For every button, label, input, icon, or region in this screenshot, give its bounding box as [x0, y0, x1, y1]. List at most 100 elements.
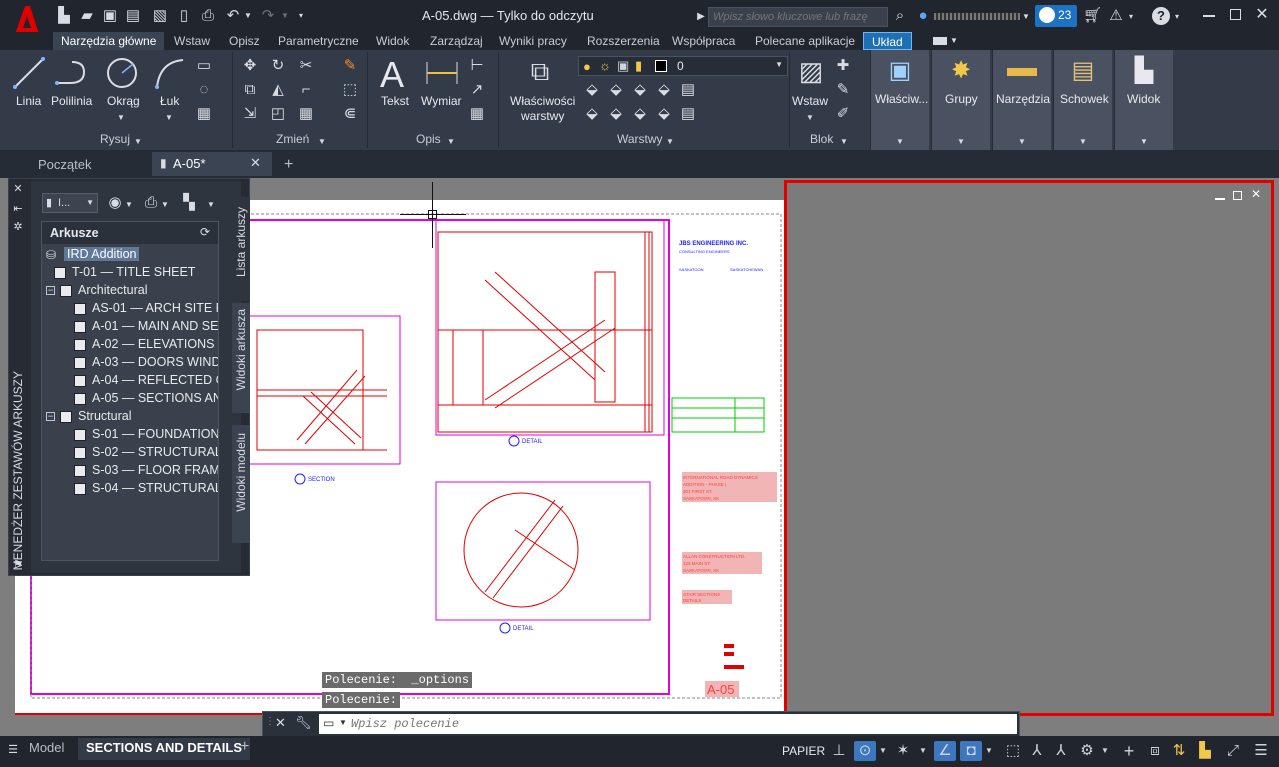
layer-tool-7-icon[interactable]: ⬙ [607, 106, 625, 122]
layer-properties-icon[interactable]: ⧉ [525, 56, 555, 86]
polyline-icon[interactable] [54, 58, 90, 88]
floating-viewport[interactable]: ✕ [784, 180, 1274, 716]
tab-manage[interactable]: Zarządzaj [430, 32, 483, 50]
line-button[interactable]: Linia [16, 94, 41, 108]
tab-insert[interactable]: Wstaw [174, 32, 210, 50]
side-tab-sheet-views[interactable]: Widoki arkusza [232, 303, 250, 413]
refresh-icon[interactable]: ⟳ [200, 225, 210, 239]
rotate-icon[interactable]: ↻ [269, 58, 287, 74]
line-icon[interactable] [12, 56, 46, 90]
grid-icon[interactable]: ⊥ [830, 741, 848, 761]
sheet-options-dropdown-icon[interactable]: ▼ [207, 197, 215, 213]
block-panel-expand-icon[interactable]: ▼ [840, 134, 848, 150]
layer-tool-2-icon[interactable]: ⬙ [607, 82, 625, 98]
user-dropdown-icon[interactable]: ▼ [1022, 9, 1030, 25]
minimize-button[interactable] [1203, 15, 1215, 17]
tab-layout[interactable]: Układ [863, 32, 912, 50]
tab-collaborate[interactable]: Współpraca [672, 32, 735, 50]
isodraft-icon[interactable]: ∠ [934, 741, 956, 761]
leader-icon[interactable]: ⊢ [468, 58, 486, 74]
new-layout-button[interactable]: + [240, 738, 249, 756]
array-icon[interactable]: ▦ [297, 106, 315, 122]
quick-properties-icon[interactable]: ⇅ [1170, 741, 1188, 761]
layer-properties-button-line2[interactable]: warstwy [521, 109, 564, 123]
app-dropdown-icon[interactable]: ▾ [1127, 9, 1135, 25]
properties-panel-collapsed[interactable]: ▣ Właściw... ▼ [870, 50, 929, 150]
ribbon-state-dropdown-icon[interactable]: ▼ [950, 33, 958, 49]
layer-tool-9-icon[interactable]: ⬙ [655, 106, 673, 122]
tree-sheet-item[interactable]: S-01 — FOUNDATION [66, 426, 218, 444]
circle-dropdown-icon[interactable]: ▼ [117, 110, 125, 126]
edit-block-icon[interactable]: ✎ [834, 82, 852, 98]
user-icon[interactable]: ● [915, 8, 931, 24]
annotation-scale-icon[interactable]: ⅄ [1052, 741, 1070, 761]
save-icon[interactable]: ▣ [101, 8, 119, 24]
sheet-options-icon[interactable]: ▚ [181, 195, 197, 211]
multileader-icon[interactable]: ↗ [468, 82, 486, 98]
layer-properties-button-line1[interactable]: Właściwości [510, 94, 575, 108]
view-panel-collapsed[interactable]: ▙ Widok ▼ [1114, 50, 1173, 150]
modify-panel-expand-icon[interactable]: ▼ [318, 134, 326, 150]
mirror-icon[interactable]: ◭ [269, 82, 287, 98]
tree-sheet-item[interactable]: S-02 — STRUCTURAL [66, 444, 218, 462]
close-window-button[interactable]: ✕ [1254, 7, 1270, 23]
palette-menu-icon[interactable]: ⚑ [11, 557, 25, 573]
arc-button[interactable]: Łuk [160, 94, 179, 108]
draw-panel-expand-icon[interactable]: ▼ [134, 134, 142, 150]
customization-icon[interactable]: ☰ [1252, 741, 1270, 761]
layer-tool-1-icon[interactable]: ⬙ [583, 82, 601, 98]
plot-dropdown-icon[interactable]: ▼ [161, 197, 169, 213]
dimension-button[interactable]: Wymiar [421, 94, 462, 108]
lock-ui-icon[interactable]: ▙ [1196, 741, 1214, 761]
palette-properties-icon[interactable]: ✲ [11, 219, 25, 235]
layout-tabs-menu-icon[interactable]: ☰ [6, 742, 20, 758]
autodesk-app-icon[interactable]: ⚠︎ [1107, 8, 1125, 24]
plot-icon[interactable]: ⎙ [143, 195, 159, 211]
annotation-panel-title[interactable]: Opis [416, 132, 441, 146]
rectangle-icon[interactable]: ▭ [195, 58, 213, 74]
insert-block-icon[interactable]: ▨ [794, 56, 828, 86]
dimension-icon[interactable] [424, 58, 460, 88]
save-as-icon[interactable]: ▤ [124, 8, 142, 24]
tree-group[interactable]: − Architectural [46, 282, 218, 300]
fillet-icon[interactable]: ⌐ [297, 82, 315, 98]
active-drawing-tab[interactable]: ▮ A-05* ✕ [152, 152, 272, 176]
tab-annotate[interactable]: Opisz [229, 32, 260, 50]
layer-dropdown[interactable]: ● ☼ ▣ ▮ 0 ▼ [578, 56, 788, 76]
layer-tool-5-icon[interactable]: ▤ [679, 82, 697, 98]
polyline-button[interactable]: Polilinia [51, 94, 92, 108]
draw-panel-title[interactable]: Rysuj [100, 132, 130, 146]
search-expand-icon[interactable]: ▶ [696, 9, 706, 25]
units-icon[interactable]: ⧈ [1146, 741, 1164, 761]
user-name[interactable] [934, 13, 1020, 20]
expand-toggle-icon[interactable]: − [46, 412, 55, 421]
new-tab-button[interactable]: + [284, 154, 293, 176]
snap-icon[interactable]: ⊙ [854, 741, 876, 761]
layout-tab-active[interactable]: SECTIONS AND DETAILS [78, 738, 251, 760]
command-customize-icon[interactable]: 🔧︎ [295, 715, 312, 731]
tree-sheet-item[interactable]: A-01 — MAIN AND SECOND [66, 318, 218, 336]
undo-icon[interactable]: ↶ [224, 8, 242, 24]
help-dropdown-icon[interactable]: ▾ [1173, 9, 1181, 25]
command-grip-icon[interactable]: ⋮ [265, 716, 275, 727]
open-folder-icon[interactable]: ▰ [78, 8, 96, 24]
tree-root[interactable]: ⛁ IRD Addition [46, 246, 166, 264]
tab-parametric[interactable]: Parametryczne [278, 32, 359, 50]
print-icon[interactable]: ⎙ [199, 8, 217, 24]
clipboard-panel-collapsed[interactable]: ▤ Schowek ▼ [1053, 50, 1112, 150]
explode-icon[interactable]: ⬚ [341, 82, 359, 98]
tab-addins[interactable]: Rozszerzenia [587, 32, 660, 50]
block-panel-title[interactable]: Blok [810, 132, 833, 146]
tree-sheet-item[interactable]: AS-01 — ARCH SITE PLAN [66, 300, 218, 318]
tree-sheet-item[interactable]: A-04 — REFLECTED CEILING [66, 372, 218, 390]
hatch-icon[interactable]: ◌ [195, 82, 213, 98]
selection-cycling-icon[interactable]: ⬚ [1004, 741, 1022, 761]
osnap-icon[interactable]: ◘ [960, 741, 982, 761]
redo-icon[interactable]: ↷ [259, 8, 277, 24]
paper-space-toggle[interactable]: PAPIER [782, 744, 825, 758]
export-icon[interactable]: ▧ [151, 8, 169, 24]
tree-sheet-item[interactable]: T-01 — TITLE SHEET [46, 264, 218, 282]
stretch-icon[interactable]: ⇲ [241, 106, 259, 122]
help-icon[interactable]: ? [1152, 7, 1170, 25]
publish-icon[interactable]: ◉ [107, 195, 123, 211]
